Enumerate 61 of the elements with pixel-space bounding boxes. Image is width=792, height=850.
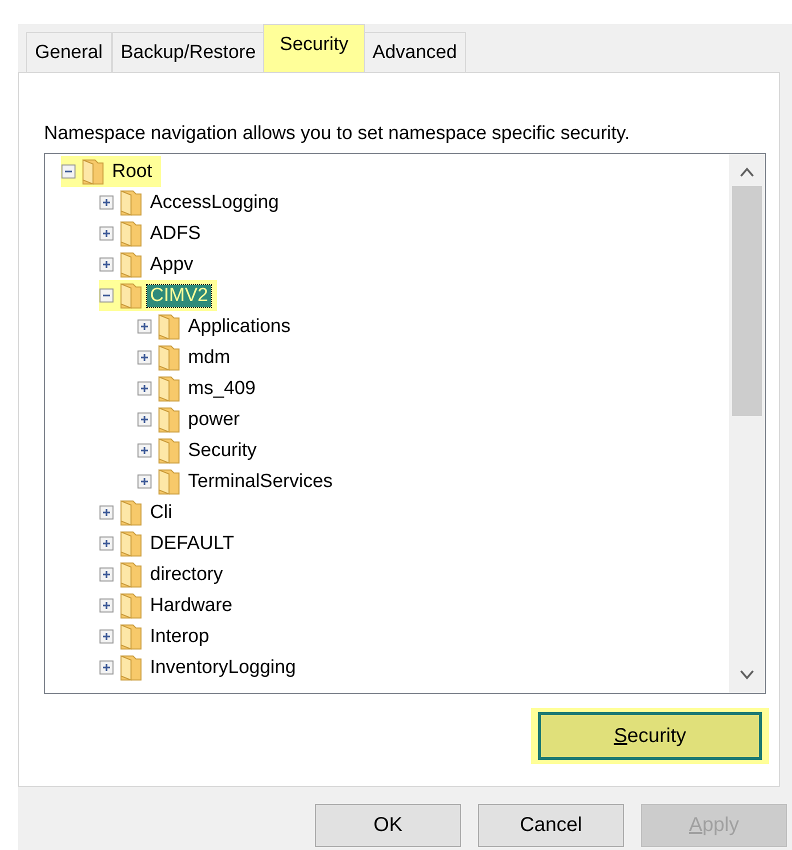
tree-item[interactable]: Appv: [147, 254, 196, 276]
collapse-icon[interactable]: [61, 164, 77, 180]
folder-icon: [119, 498, 143, 526]
tree-item[interactable]: Security: [185, 440, 260, 462]
expand-icon[interactable]: [99, 226, 115, 242]
tree-item[interactable]: ADFS: [147, 222, 204, 244]
folder-icon: [157, 374, 181, 402]
expand-icon[interactable]: [137, 350, 153, 366]
scrollbar[interactable]: [729, 154, 765, 693]
folder-icon: [157, 436, 181, 464]
dialog-button[interactable]: OK: [315, 804, 461, 847]
folder-icon: [81, 158, 105, 186]
folder-icon: [119, 188, 143, 216]
tree-item[interactable]: directory: [147, 564, 226, 586]
tree-item[interactable]: CIMV2: [147, 284, 212, 306]
expand-icon[interactable]: [99, 504, 115, 520]
tree-item[interactable]: Interop: [147, 626, 212, 648]
folder-icon: [119, 592, 143, 620]
tab[interactable]: Security: [262, 24, 366, 72]
description-text: Namespace navigation allows you to set namespace specific security.: [44, 123, 631, 145]
tree-item[interactable]: ms_409: [185, 378, 259, 400]
folder-icon: [119, 622, 143, 650]
folder-icon: [157, 312, 181, 340]
folder-icon: [119, 250, 143, 278]
expand-icon[interactable]: [99, 194, 115, 210]
tab[interactable]: Advanced: [363, 32, 466, 72]
security-button[interactable]: Security: [531, 708, 769, 764]
tree-item[interactable]: Cli: [147, 502, 176, 524]
tree-item[interactable]: Applications: [185, 316, 294, 338]
tree-item[interactable]: TerminalServices: [185, 470, 336, 492]
folder-icon: [157, 406, 181, 434]
dialog-button[interactable]: Cancel: [478, 804, 624, 847]
expand-icon[interactable]: [99, 660, 115, 676]
expand-icon[interactable]: [99, 536, 115, 552]
tree-item[interactable]: mdm: [185, 346, 234, 368]
expand-icon[interactable]: [99, 566, 115, 582]
folder-icon: [119, 560, 143, 588]
expand-icon[interactable]: [137, 318, 153, 334]
tree-item[interactable]: DEFAULT: [147, 532, 238, 554]
folder-icon: [119, 282, 143, 310]
expand-icon[interactable]: [137, 442, 153, 458]
scroll-up-icon[interactable]: [739, 166, 755, 178]
expand-icon[interactable]: [99, 628, 115, 644]
expand-icon[interactable]: [137, 380, 153, 396]
expand-icon[interactable]: [137, 474, 153, 490]
folder-icon: [119, 220, 143, 248]
tab[interactable]: General: [26, 32, 112, 72]
tree-item[interactable]: InventoryLogging: [147, 656, 299, 678]
tree-item[interactable]: Hardware: [147, 594, 236, 616]
folder-icon: [157, 344, 181, 372]
tree-item[interactable]: AccessLogging: [147, 192, 282, 214]
collapse-icon[interactable]: [99, 288, 115, 304]
folder-icon: [157, 468, 181, 496]
tab[interactable]: Backup/Restore: [112, 32, 265, 72]
expand-icon[interactable]: [99, 256, 115, 272]
expand-icon[interactable]: [137, 412, 153, 428]
folder-icon: [119, 530, 143, 558]
scroll-down-icon[interactable]: [739, 669, 755, 681]
folder-icon: [119, 654, 143, 682]
tree-item[interactable]: power: [185, 408, 243, 430]
expand-icon[interactable]: [99, 598, 115, 614]
